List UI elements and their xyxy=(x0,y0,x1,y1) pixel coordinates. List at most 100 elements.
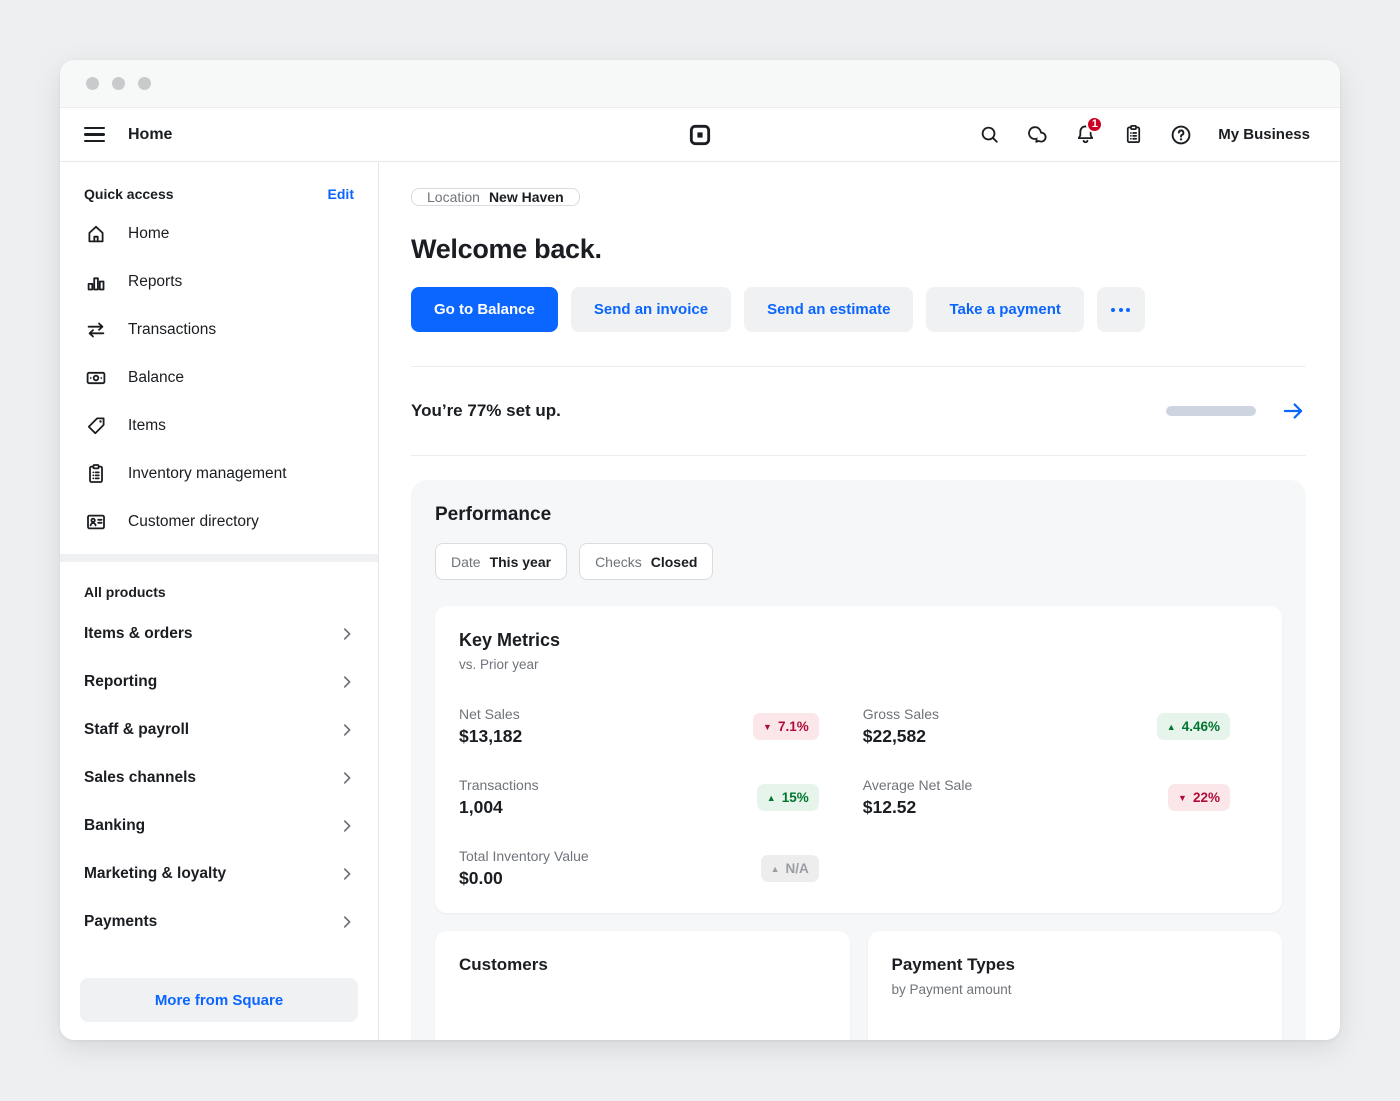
arrow-right-icon[interactable] xyxy=(1280,398,1306,424)
product-item-label: Banking xyxy=(84,817,146,834)
send-an-estimate-button[interactable]: Send an estimate xyxy=(744,287,914,332)
metric-change-badge: ▼ 22% xyxy=(1168,784,1230,811)
all-products-list: Items & orders Reporting Staff & payroll Sa… xyxy=(60,610,378,946)
chevron-right-icon xyxy=(338,769,356,787)
metric-average-net-sale: Average Net Sale $12.52 xyxy=(863,777,1113,818)
quick-access-edit-link[interactable]: Edit xyxy=(328,186,354,202)
reports-icon xyxy=(84,270,108,294)
product-item-reporting[interactable]: Reporting xyxy=(60,658,378,706)
welcome-heading: Welcome back. xyxy=(411,234,602,264)
filter-date[interactable]: Date This year xyxy=(435,543,568,580)
setup-progress-bar xyxy=(1166,406,1256,416)
product-item-sales-channels[interactable]: Sales channels xyxy=(60,754,378,802)
sidebar-item-label: Reports xyxy=(128,273,183,290)
product-item-label: Staff & payroll xyxy=(84,721,190,738)
go-to-balance-button[interactable]: Go to Balance xyxy=(411,287,558,332)
sidebar-item-label: Home xyxy=(128,225,170,242)
triangle-up-icon: ▲ xyxy=(770,863,780,874)
key-metrics-card: Key Metrics vs. Prior year Net Sales $13,… xyxy=(435,606,1282,913)
metric-change-value: 7.1% xyxy=(777,719,809,734)
triangle-down-icon: ▼ xyxy=(763,721,772,732)
metric-label: Transactions xyxy=(459,777,539,793)
main-content: Location New Haven Welcome back. Go to B… xyxy=(379,162,1340,1040)
product-item-banking[interactable]: Banking xyxy=(60,802,378,850)
window-control-zoom[interactable] xyxy=(138,77,151,90)
orders-clipboard-icon[interactable] xyxy=(1116,118,1150,152)
payment-types-card: Payment Types by Payment amount xyxy=(867,931,1282,1040)
sidebar-item-label: Inventory management xyxy=(128,465,287,482)
chevron-right-icon xyxy=(338,913,356,931)
balance-icon xyxy=(84,366,108,390)
more-from-square-button[interactable]: More from Square xyxy=(80,978,358,1022)
chevron-right-icon xyxy=(338,673,356,691)
setup-progress-text: You’re 77% set up. xyxy=(411,401,561,420)
metric-gross-sales: Gross Sales $22,582 xyxy=(863,706,1113,747)
product-item-staff-payroll[interactable]: Staff & payroll xyxy=(60,706,378,754)
take-a-payment-button[interactable]: Take a payment xyxy=(926,287,1084,332)
chevron-right-icon xyxy=(338,625,356,643)
filter-checks[interactable]: Checks Closed xyxy=(579,543,714,580)
customers-heading: Customers xyxy=(459,955,548,974)
location-selector[interactable]: Location New Haven xyxy=(411,188,580,206)
app-window: Home 1 My Business Quick access Edit Hom… xyxy=(60,60,1340,1040)
messages-icon[interactable] xyxy=(1020,118,1054,152)
product-item-label: Reporting xyxy=(84,673,158,690)
window-control-minimize[interactable] xyxy=(112,77,125,90)
metric-change-badge: ▲ 15% xyxy=(756,784,819,811)
tag-icon xyxy=(84,414,108,438)
help-icon[interactable] xyxy=(1164,118,1198,152)
product-item-label: Payments xyxy=(84,913,158,930)
divider xyxy=(411,455,1306,456)
metric-change-badge: ▼ 7.1% xyxy=(753,713,819,740)
metric-label: Gross Sales xyxy=(862,706,939,722)
quick-access-heading: Quick access xyxy=(84,186,174,202)
sidebar-item-customer-directory[interactable]: Customer directory xyxy=(60,498,378,546)
metric-value: 1,004 xyxy=(459,797,503,817)
notifications-bell-icon[interactable]: 1 xyxy=(1068,115,1104,152)
metric-label: Net Sales xyxy=(459,706,520,722)
sidebar-item-reports[interactable]: Reports xyxy=(60,258,378,306)
key-metrics-heading: Key Metrics xyxy=(459,630,561,650)
metric-change-badge: ▲ 4.46% xyxy=(1156,713,1230,740)
account-menu[interactable]: My Business xyxy=(1218,126,1310,143)
customer-directory-icon xyxy=(84,510,108,534)
product-item-items-orders[interactable]: Items & orders xyxy=(60,610,378,658)
location-value: New Haven xyxy=(488,189,564,205)
search-icon[interactable] xyxy=(972,118,1006,152)
sidebar-item-home[interactable]: Home xyxy=(60,210,378,258)
sidebar-item-inventory-management[interactable]: Inventory management xyxy=(60,450,378,498)
metric-value: $12.52 xyxy=(862,797,917,817)
triangle-up-icon: ▲ xyxy=(766,792,776,803)
filter-value: Closed xyxy=(650,553,698,570)
sidebar-item-balance[interactable]: Balance xyxy=(60,354,378,402)
sidebar-item-transactions[interactable]: Transactions xyxy=(60,306,378,354)
payment-types-subtitle: by Payment amount xyxy=(891,982,1012,997)
product-item-payments[interactable]: Payments xyxy=(60,898,378,946)
metric-total-inventory-value: Total Inventory Value $0.00 xyxy=(459,848,709,889)
sidebar-item-label: Customer directory xyxy=(128,513,259,530)
metric-change-value: 4.46% xyxy=(1181,719,1220,734)
transactions-icon xyxy=(84,318,108,342)
metric-change-value: 22% xyxy=(1192,790,1220,805)
metric-change-value: 15% xyxy=(781,790,809,805)
sidebar-item-label: Transactions xyxy=(128,321,217,338)
send-an-invoice-button[interactable]: Send an invoice xyxy=(570,287,732,332)
window-control-close[interactable] xyxy=(86,77,99,90)
product-item-label: Items & orders xyxy=(84,625,193,642)
metric-value: $0.00 xyxy=(459,868,503,888)
metric-net-sales: Net Sales $13,182 xyxy=(459,706,709,747)
more-actions-button[interactable] xyxy=(1096,287,1145,332)
sidebar-item-items[interactable]: Items xyxy=(60,402,378,450)
product-item-label: Sales channels xyxy=(84,769,197,786)
customers-card: Customers xyxy=(435,931,850,1040)
app-header: Home 1 My Business xyxy=(60,108,1340,162)
product-item-marketing-loyalty[interactable]: Marketing & loyalty xyxy=(60,850,378,898)
sidebar-divider xyxy=(60,554,378,562)
quick-access-list: Home Reports Transactions Balance Items Inven… xyxy=(60,210,378,546)
quick-actions: Go to Balance Send an invoice Send an est… xyxy=(411,287,1306,332)
sidebar-item-label: Items xyxy=(128,417,166,434)
metric-change-value: N/A xyxy=(785,861,809,876)
menu-icon[interactable] xyxy=(84,123,108,147)
performance-panel: Performance Date This year Checks Closed Ke… xyxy=(411,480,1306,1040)
sidebar-item-label: Balance xyxy=(128,369,185,386)
